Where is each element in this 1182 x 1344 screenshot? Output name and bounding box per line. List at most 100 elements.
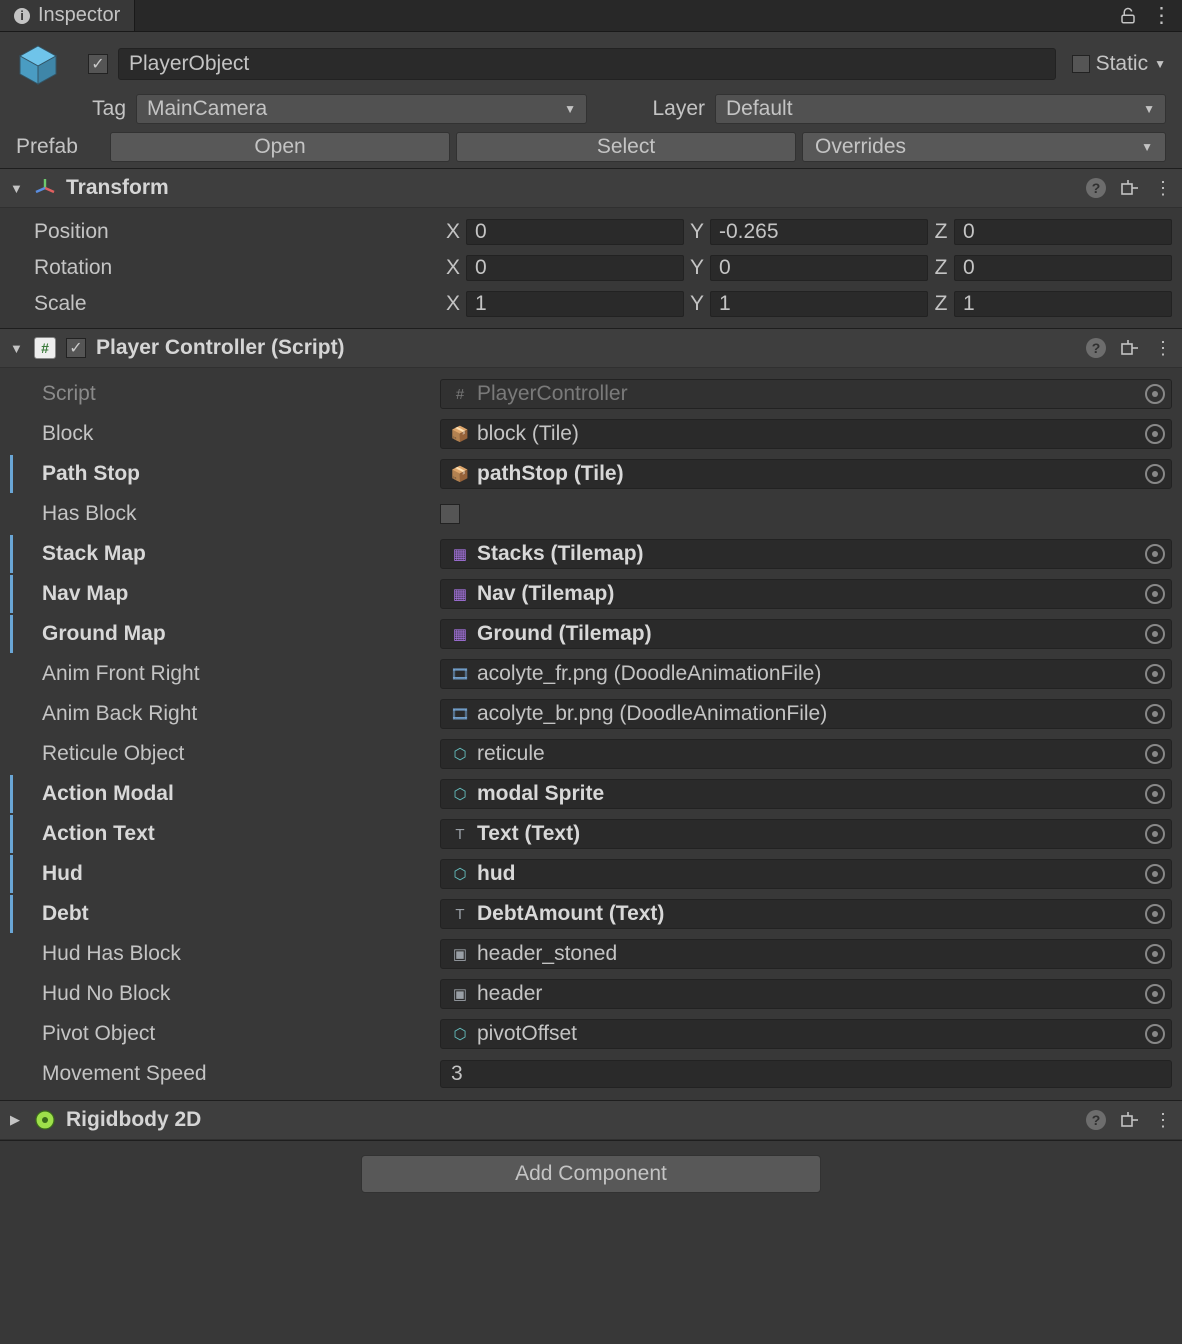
position-x-field[interactable]: 0	[466, 219, 684, 245]
player-controller-title: Player Controller (Script)	[96, 336, 1076, 360]
object-picker-icon[interactable]	[1145, 704, 1165, 724]
object-picker-icon[interactable]	[1145, 624, 1165, 644]
object-reference-field[interactable]: ▣ header	[440, 979, 1172, 1009]
anim-icon: 🎞	[451, 705, 469, 723]
object-picker-icon[interactable]	[1145, 784, 1165, 804]
script-field: # PlayerController	[440, 379, 1172, 409]
chevron-down-icon: ▼	[1143, 102, 1155, 116]
property-checkbox[interactable]	[440, 504, 460, 524]
chevron-down-icon: ▼	[564, 102, 576, 116]
object-reference-value: block (Tile)	[477, 422, 1137, 446]
rotation-z-field[interactable]: 0	[954, 255, 1172, 281]
help-icon[interactable]: ?	[1086, 178, 1106, 198]
scale-z-field[interactable]: 1	[954, 291, 1172, 317]
property-value-field[interactable]: 3	[440, 1060, 1172, 1088]
object-picker-icon[interactable]	[1145, 984, 1165, 1004]
property-label: Nav Map	[10, 582, 440, 606]
component-enabled-checkbox[interactable]	[66, 338, 86, 358]
preset-icon[interactable]	[1120, 338, 1140, 358]
prefab-overrides-dropdown[interactable]: Overrides ▼	[802, 132, 1166, 162]
object-reference-field[interactable]: 📦block (Tile)	[440, 419, 1172, 449]
script-label: Script	[10, 382, 440, 406]
prefab-open-button[interactable]: Open	[110, 132, 450, 162]
object-reference-field[interactable]: ▦Ground (Tilemap)	[440, 619, 1172, 649]
image-icon: ▣	[451, 945, 469, 963]
info-icon: i	[14, 8, 30, 24]
object-picker-icon[interactable]	[1145, 904, 1165, 924]
object-name-field[interactable]: PlayerObject	[118, 48, 1056, 80]
kebab-icon[interactable]: ⋮	[1154, 338, 1172, 359]
object-picker-icon[interactable]	[1145, 1024, 1165, 1044]
object-picker-icon[interactable]	[1145, 424, 1165, 444]
object-reference-field[interactable]: 📦pathStop (Tile)	[440, 459, 1172, 489]
property-label: Hud Has Block	[10, 942, 440, 966]
object-picker-icon[interactable]	[1145, 584, 1165, 604]
rigidbody2d-header[interactable]: ▶ Rigidbody 2D ? ⋮	[0, 1100, 1182, 1140]
object-reference-value: reticule	[477, 742, 1137, 766]
object-reference-value: Ground (Tilemap)	[477, 622, 1137, 646]
tag-label: Tag	[71, 97, 126, 121]
transform-title: Transform	[66, 176, 1076, 200]
tag-dropdown[interactable]: MainCamera ▼	[136, 94, 587, 124]
gameobject-cube-icon[interactable]	[16, 42, 60, 86]
object-picker-icon[interactable]	[1145, 664, 1165, 684]
help-icon[interactable]: ?	[1086, 338, 1106, 358]
object-picker-icon[interactable]	[1145, 824, 1165, 844]
preset-icon[interactable]	[1120, 1110, 1140, 1130]
rotation-y-field[interactable]: 0	[710, 255, 928, 281]
script-file-icon: #	[451, 385, 469, 403]
add-component-button[interactable]: Add Component	[361, 1155, 821, 1193]
player-controller-header[interactable]: ▼ # Player Controller (Script) ? ⋮	[0, 328, 1182, 368]
lock-icon[interactable]	[1119, 7, 1137, 25]
scale-x-field[interactable]: 1	[466, 291, 684, 317]
object-reference-field[interactable]: ▦Nav (Tilemap)	[440, 579, 1172, 609]
object-reference-field[interactable]: 🎞 acolyte_br.png (DoodleAnimationFile)	[440, 699, 1172, 729]
object-reference-value: header	[477, 982, 1137, 1006]
position-y-field[interactable]: -0.265	[710, 219, 928, 245]
object-reference-field[interactable]: ⬡reticule	[440, 739, 1172, 769]
object-reference-field[interactable]: ⬡pivotOffset	[440, 1019, 1172, 1049]
cube-icon: ⬡	[451, 785, 469, 803]
object-reference-field[interactable]: 🎞acolyte_fr.png (DoodleAnimationFile)	[440, 659, 1172, 689]
cube-icon: ⬡	[451, 1025, 469, 1043]
image-icon: ▣	[451, 985, 469, 1003]
script-icon: #	[34, 337, 56, 359]
object-picker-icon[interactable]	[1145, 744, 1165, 764]
object-picker-icon[interactable]	[1145, 944, 1165, 964]
foldout-icon[interactable]: ▶	[10, 1112, 24, 1128]
text-icon: T	[451, 905, 469, 923]
rotation-x-field[interactable]: 0	[466, 255, 684, 281]
position-z-field[interactable]: 0	[954, 219, 1172, 245]
kebab-icon[interactable]: ⋮	[1151, 3, 1172, 28]
object-reference-field[interactable]: TDebtAmount (Text)	[440, 899, 1172, 929]
preset-icon[interactable]	[1120, 178, 1140, 198]
object-picker-icon[interactable]	[1145, 544, 1165, 564]
object-reference-field[interactable]: ▣ header_stoned	[440, 939, 1172, 969]
static-label: Static	[1096, 52, 1149, 76]
foldout-icon[interactable]: ▼	[10, 341, 24, 356]
object-reference-value: header_stoned	[477, 942, 1137, 966]
object-reference-value: pathStop (Tile)	[477, 462, 1137, 486]
foldout-icon[interactable]: ▼	[10, 181, 24, 196]
prefab-select-button[interactable]: Select	[456, 132, 796, 162]
tab-inspector[interactable]: i Inspector	[0, 0, 135, 31]
prefab-label: Prefab	[16, 135, 104, 159]
object-reference-value: acolyte_br.png (DoodleAnimationFile)	[477, 702, 1137, 726]
kebab-icon[interactable]: ⋮	[1154, 178, 1172, 199]
active-checkbox[interactable]	[88, 54, 108, 74]
static-dropdown-icon[interactable]: ▼	[1154, 57, 1166, 71]
object-picker-icon[interactable]	[1145, 464, 1165, 484]
kebab-icon[interactable]: ⋮	[1154, 1110, 1172, 1131]
object-reference-field[interactable]: TText (Text)	[440, 819, 1172, 849]
object-reference-field[interactable]: ▦Stacks (Tilemap)	[440, 539, 1172, 569]
object-picker-icon[interactable]	[1145, 384, 1165, 404]
static-checkbox[interactable]	[1072, 55, 1090, 73]
help-icon[interactable]: ?	[1086, 1110, 1106, 1130]
object-picker-icon[interactable]	[1145, 864, 1165, 884]
override-indicator	[10, 855, 13, 893]
layer-dropdown[interactable]: Default ▼	[715, 94, 1166, 124]
object-reference-field[interactable]: ⬡hud	[440, 859, 1172, 889]
transform-header[interactable]: ▼ Transform ? ⋮	[0, 168, 1182, 208]
scale-y-field[interactable]: 1	[710, 291, 928, 317]
object-reference-field[interactable]: ⬡modal Sprite	[440, 779, 1172, 809]
